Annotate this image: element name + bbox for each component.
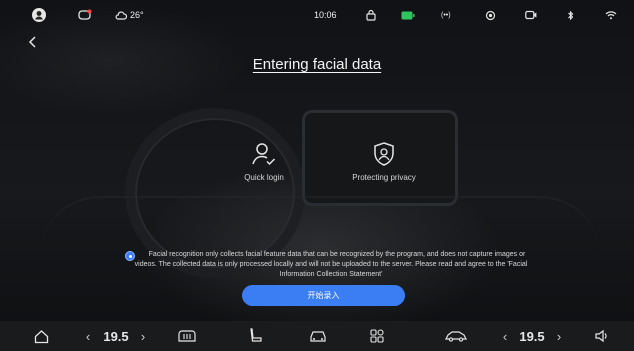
- message-icon[interactable]: [78, 8, 92, 22]
- seat-icon: [250, 328, 262, 342]
- apps-grid-icon: [370, 329, 384, 343]
- consent-notice[interactable]: Facial recognition only collects facial …: [126, 250, 536, 280]
- camera-icon[interactable]: [525, 8, 537, 22]
- back-button[interactable]: [28, 35, 42, 49]
- profile-avatar-icon[interactable]: [32, 8, 46, 22]
- temperature-label: 26°: [130, 10, 144, 20]
- left-temp-increase-button[interactable]: ›: [137, 321, 149, 351]
- seat-button[interactable]: [246, 321, 266, 351]
- climate-button[interactable]: [443, 321, 469, 351]
- car-button[interactable]: [307, 321, 329, 351]
- battery-icon: [401, 8, 415, 22]
- weather-widget: 26°: [115, 8, 144, 22]
- feature-quick-login: Quick login: [230, 141, 298, 182]
- hotspot-icon[interactable]: (••): [441, 8, 451, 22]
- bluetooth-icon[interactable]: [567, 8, 575, 22]
- cloud-icon: [115, 11, 127, 20]
- left-temp-decrease-button[interactable]: ‹: [82, 321, 94, 351]
- right-temp-decrease-button[interactable]: ‹: [499, 321, 511, 351]
- car-front-icon: [310, 331, 326, 342]
- home-button[interactable]: [30, 321, 52, 351]
- right-temperature: 19.5: [519, 328, 545, 344]
- status-bar: 26° 10:06 (••): [0, 0, 634, 30]
- left-temperature: 19.5: [103, 328, 129, 344]
- location-icon[interactable]: [485, 8, 496, 22]
- feature-protecting-privacy: Protecting privacy: [340, 141, 428, 182]
- volume-button[interactable]: [592, 321, 612, 351]
- shield-face-icon: [374, 142, 394, 166]
- right-temp-increase-button[interactable]: ›: [553, 321, 565, 351]
- feature-label: Protecting privacy: [352, 173, 416, 182]
- apps-button[interactable]: [367, 321, 387, 351]
- chevron-left-icon: [28, 36, 36, 48]
- rear-defrost-icon: [178, 330, 196, 342]
- volume-icon: [595, 329, 607, 343]
- bottom-dock: ‹ 19.5 › ‹ 19.5 ›: [0, 321, 634, 351]
- wifi-icon[interactable]: [605, 8, 617, 22]
- rear-defrost-button[interactable]: [176, 321, 198, 351]
- user-check-icon: [252, 143, 276, 166]
- dashboard-image: [40, 196, 600, 258]
- start-entry-button[interactable]: 开始录入: [242, 285, 405, 306]
- lock-icon[interactable]: [366, 8, 376, 22]
- page-title: Entering facial data: [252, 56, 382, 73]
- car-side-icon: [445, 331, 467, 342]
- feature-label: Quick login: [244, 173, 284, 182]
- clock: 10:06: [314, 10, 337, 20]
- home-icon: [34, 329, 48, 343]
